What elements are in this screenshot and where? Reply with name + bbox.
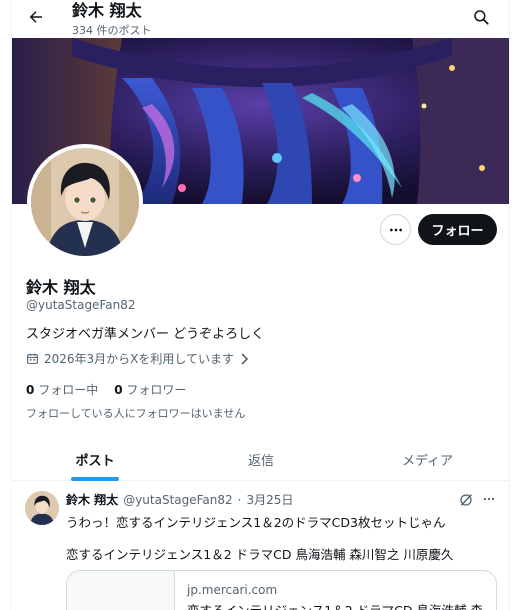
follow-button[interactable]: フォロー [418, 214, 497, 245]
link-card-domain: jp.mercari.com [187, 583, 278, 597]
post-avatar[interactable] [25, 491, 59, 525]
joined-date[interactable]: 2026年3月からXを利用しています [26, 350, 249, 367]
chevron-right-icon [241, 352, 249, 365]
post-avatar-image [25, 491, 59, 525]
tab-replies[interactable]: 返信 [178, 437, 344, 481]
post-separator: · [237, 492, 242, 507]
post-more-button[interactable] [480, 490, 498, 508]
post-text-line: 恋するインテリジェンス1＆2 ドラマCD 鳥海浩輔 森川智之 川原慶久 [66, 547, 454, 562]
profile-display-name: 鈴木 翔太 [26, 278, 96, 297]
profile-handle: @yutaStageFan82 [26, 298, 136, 312]
calendar-icon [27, 353, 38, 364]
header-post-count: 334 件のポスト [72, 24, 152, 37]
profile-tabs: ポスト 返信 メディア [12, 437, 509, 481]
post-text-line: うわっ！恋するインテリジェンス1＆2のドラマCD3枚セットじゃん [66, 515, 446, 530]
followers-link[interactable]: 0 フォロワー [114, 381, 186, 398]
follow-stats: 0 フォロー中 0 フォロワー [26, 381, 186, 398]
avatar-image [31, 148, 139, 256]
grok-icon[interactable] [458, 492, 474, 508]
followers-label: フォロワー [126, 383, 187, 397]
link-card-thumbnail [67, 571, 175, 610]
search-button[interactable] [470, 6, 492, 28]
post-date[interactable]: 3月25日 [247, 491, 294, 508]
followed-by-note: フォローしている人にフォロワーはいません [26, 407, 246, 420]
more-dots-icon [389, 228, 402, 231]
profile-avatar[interactable] [27, 144, 143, 260]
back-button[interactable] [24, 5, 48, 29]
followers-count: 0 [114, 383, 123, 397]
profile-page: 鈴木 翔太 334 件のポスト フォロー 鈴木 翔太 @yutaStageFan… [11, 0, 510, 610]
post-author-handle[interactable]: @yutaStageFan82 [123, 493, 232, 507]
profile-bio: スタジオベガ準メンバー どうぞよろしく [26, 327, 265, 342]
more-dots-icon [483, 497, 495, 501]
search-icon [474, 10, 489, 25]
following-link[interactable]: 0 フォロー中 [26, 381, 98, 398]
link-card-title: 恋するインテリジェンス1＆2 ドラマCD 鳥海浩輔 森 [187, 600, 483, 610]
tab-media[interactable]: メディア [344, 437, 509, 481]
following-count: 0 [26, 383, 35, 397]
link-card[interactable]: jp.mercari.com 恋するインテリジェンス1＆2 ドラマCD 鳥海浩輔… [66, 570, 497, 610]
joined-date-text: 2026年3月からXを利用しています [44, 352, 235, 366]
post-author-name[interactable]: 鈴木 翔太 [66, 491, 118, 508]
more-options-button[interactable] [380, 214, 411, 245]
post-item[interactable]: 鈴木 翔太 @yutaStageFan82 · 3月25日 うわっ！恋するインテ… [12, 481, 509, 610]
top-header: 鈴木 翔太 334 件のポスト [12, 0, 509, 38]
following-label: フォロー中 [38, 383, 99, 397]
post-header: 鈴木 翔太 @yutaStageFan82 · 3月25日 [66, 491, 293, 508]
back-arrow-icon [29, 11, 42, 23]
tab-posts[interactable]: ポスト [12, 437, 178, 481]
header-display-name: 鈴木 翔太 [72, 1, 142, 20]
